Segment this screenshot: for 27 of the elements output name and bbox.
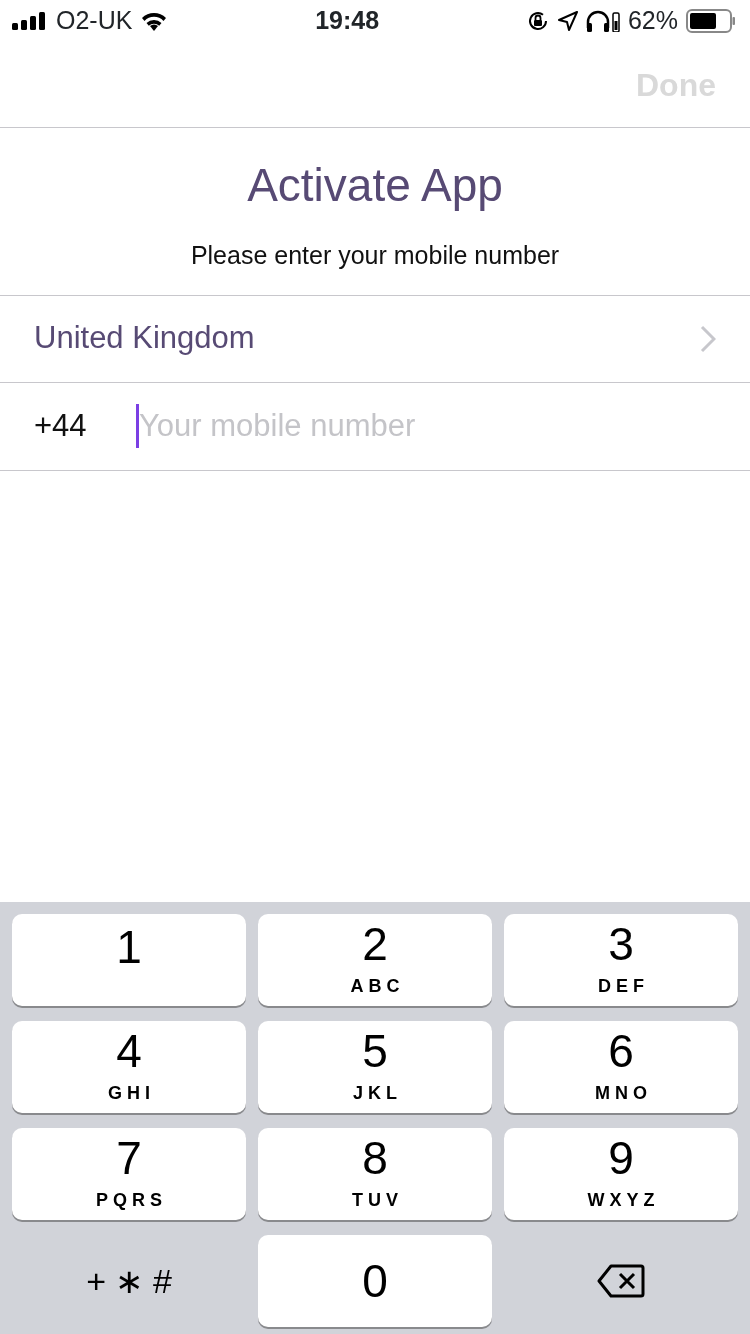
headphones-icon <box>585 10 620 32</box>
backspace-icon <box>597 1264 645 1298</box>
instruction-text: Please enter your mobile number <box>189 240 561 272</box>
battery-icon <box>686 9 736 33</box>
keypad-key[interactable]: 1 <box>12 914 246 1006</box>
country-selector[interactable]: United Kingdom <box>0 294 750 383</box>
keypad-key[interactable]: 8 TUV <box>258 1128 492 1220</box>
carrier-name: O2-UK <box>56 5 133 37</box>
signal-icon <box>12 12 48 30</box>
chevron-icon <box>700 324 716 353</box>
country-code: +44 <box>34 406 88 445</box>
keypad-key[interactable]: 5 JKL <box>258 1021 492 1113</box>
clock-time: 19:48 <box>315 5 380 37</box>
keypad-key[interactable]: 3 DEF <box>504 914 738 1006</box>
battery-percent: 62% <box>627 5 678 37</box>
location-icon <box>557 11 578 31</box>
keypad-key[interactable]: 4 GHI <box>12 1021 246 1113</box>
wifi-icon <box>140 11 169 31</box>
screen-title: Activate App <box>246 158 504 213</box>
keypad-key[interactable]: 9 WXYZ <box>504 1128 738 1220</box>
keypad-key[interactable]: 6 MNO <box>504 1021 738 1113</box>
keypad-key[interactable]: 0 <box>258 1235 492 1327</box>
country-name: United Kingdom <box>34 319 255 358</box>
symbols-key[interactable]: + ∗ # <box>12 1235 246 1327</box>
text-cursor <box>136 404 139 449</box>
keypad-key[interactable]: 2 ABC <box>258 914 492 1006</box>
keypad-key[interactable]: 7 PQRS <box>12 1128 246 1220</box>
